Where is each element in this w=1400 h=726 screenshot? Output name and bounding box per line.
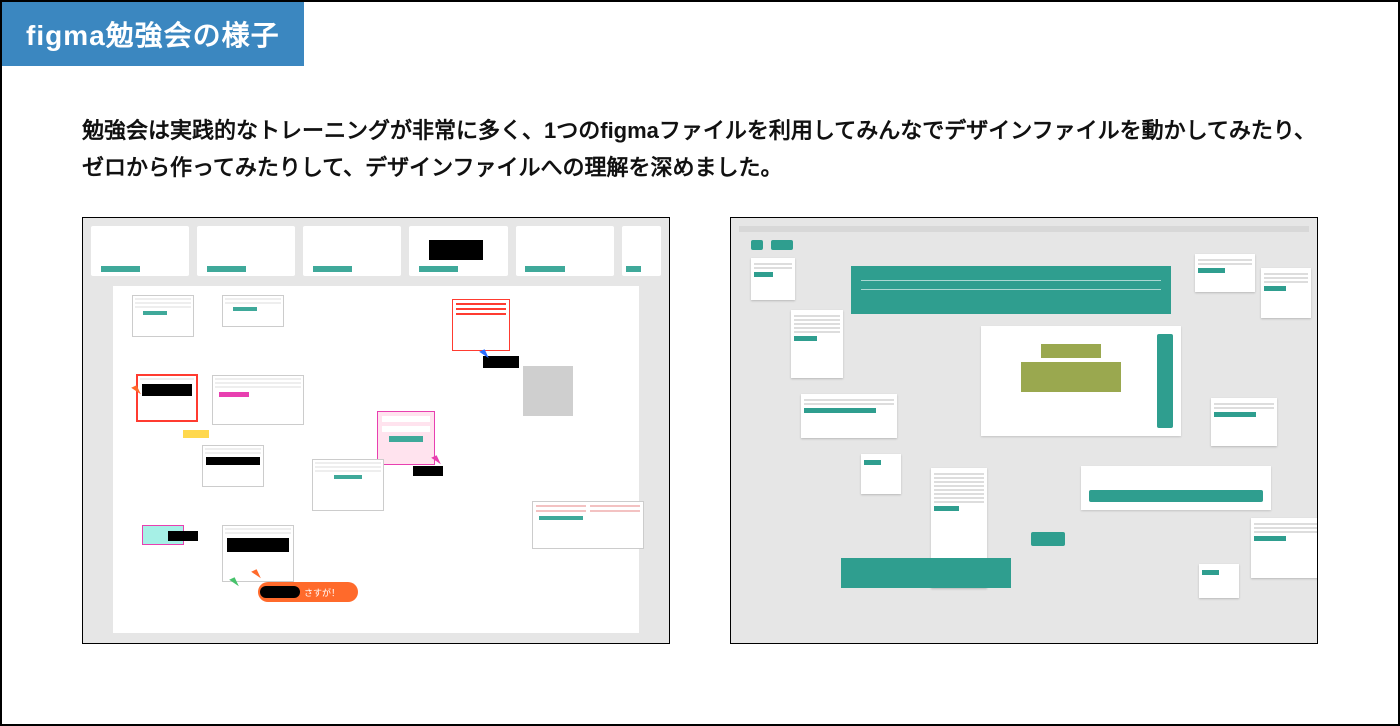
thumb-card — [197, 226, 295, 276]
ui-fragment — [213, 376, 303, 424]
redacted-block — [413, 466, 443, 476]
ui-fragment-selected — [138, 376, 196, 420]
olive-block — [1021, 362, 1121, 392]
ui-fragment — [453, 300, 509, 350]
thumb-card-redacted — [409, 226, 507, 276]
redacted-block — [168, 531, 198, 541]
slide-body-text: 勉強会は実践的なトレーニングが非常に多く、1つのfigmaファイルを利用してみん… — [82, 112, 1318, 187]
sticky-note — [1211, 398, 1277, 446]
ui-fragment — [533, 502, 643, 548]
screenshot-row: さすが！ — [82, 217, 1318, 644]
panel — [1081, 466, 1271, 510]
teal-chip — [751, 240, 763, 250]
ui-fragment — [223, 296, 283, 326]
sticky-note — [751, 258, 795, 300]
screenshot-left: さすが！ — [82, 217, 670, 644]
sticky-note — [861, 454, 901, 494]
screenshot-right — [730, 217, 1318, 644]
ui-fragment — [133, 296, 193, 336]
panel — [981, 326, 1181, 436]
thumb-card — [303, 226, 401, 276]
comment-bubble: さすが！ — [258, 582, 358, 602]
teal-chip — [771, 240, 793, 250]
ui-fragment — [203, 446, 263, 486]
comment-text: さすが！ — [304, 586, 340, 599]
thumb-card — [622, 226, 661, 276]
slide: figma勉強会の様子 勉強会は実践的なトレーニングが非常に多く、1つのfigm… — [0, 0, 1400, 726]
teal-sidebar — [1157, 334, 1173, 428]
sticky-note — [183, 430, 209, 438]
olive-block — [1041, 344, 1101, 358]
sticky-note — [1195, 254, 1255, 292]
sticky-note — [791, 310, 843, 378]
placeholder-box — [523, 366, 573, 416]
teal-chip — [1031, 532, 1065, 546]
slide-title-badge: figma勉強会の様子 — [2, 2, 304, 66]
teal-banner — [841, 558, 1011, 588]
sticky-note — [1199, 564, 1239, 598]
thumb-card — [91, 226, 189, 276]
teal-banner — [851, 266, 1171, 314]
sticky-note — [801, 394, 897, 438]
top-toolbar — [739, 226, 1309, 232]
sticky-note — [1261, 268, 1311, 318]
teal-bar — [1089, 490, 1263, 502]
ui-fragment — [378, 412, 434, 464]
ui-fragment — [313, 460, 383, 510]
figma-canvas: さすが！ — [113, 286, 639, 633]
thumb-card — [516, 226, 614, 276]
sticky-note — [1251, 518, 1318, 578]
top-thumbnail-strip — [91, 226, 661, 276]
